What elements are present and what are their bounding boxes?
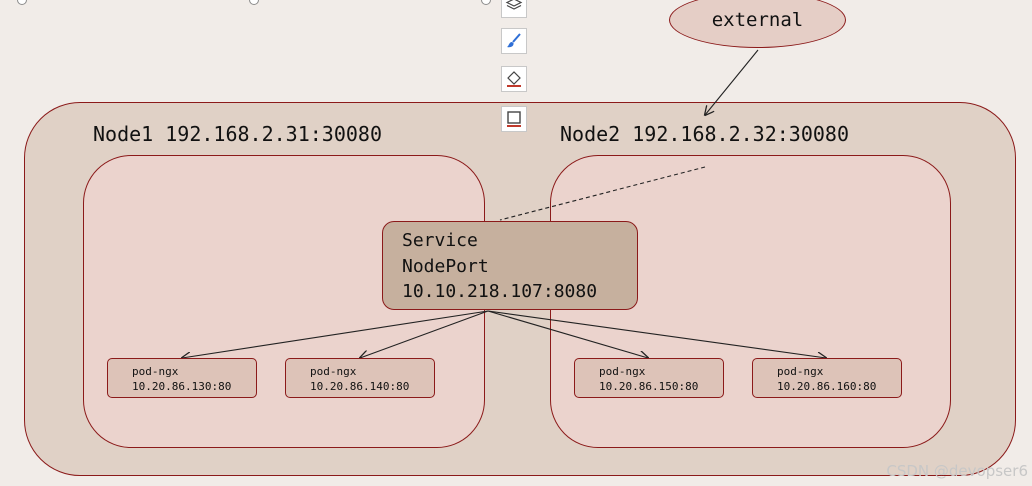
pod-name: pod-ngx	[132, 365, 179, 378]
fill-button[interactable]	[501, 66, 527, 92]
pod-name: pod-ngx	[310, 365, 357, 378]
service-to-pod3-arrow	[487, 310, 648, 358]
pod-name: pod-ngx	[599, 365, 646, 378]
node2-to-service-dashed	[499, 166, 706, 221]
layers-button[interactable]	[501, 0, 527, 18]
pod-box[interactable]: pod-ngx 10.20.86.140:80	[285, 358, 435, 398]
pod-box[interactable]: pod-ngx 10.20.86.130:80	[107, 358, 257, 398]
external-label: external	[711, 9, 804, 31]
pod-address: 10.20.86.150:80	[599, 380, 699, 393]
pod-name: pod-ngx	[777, 365, 824, 378]
service-to-pod2-arrow	[360, 310, 489, 358]
service-box[interactable]: Service NodePort 10.10.218.107:8080	[382, 221, 638, 310]
brush-button[interactable]	[501, 28, 527, 54]
service-to-pod4-arrow	[487, 310, 826, 358]
layers-icon	[505, 0, 523, 10]
external-arrow	[705, 49, 759, 115]
pod-box[interactable]: pod-ngx 10.20.86.160:80	[752, 358, 902, 398]
service-to-pod1-arrow	[182, 310, 489, 358]
pod-address: 10.20.86.160:80	[777, 380, 877, 393]
brush-icon	[507, 33, 521, 48]
watermark: CSDN @devopser6	[886, 462, 1028, 480]
service-ip-label: 10.10.218.107:8080	[402, 281, 598, 302]
service-type-label: Service	[402, 230, 478, 251]
pod-address: 10.20.86.130:80	[132, 380, 232, 393]
border-color-icon	[507, 111, 521, 127]
border-button[interactable]	[501, 106, 527, 132]
fill-bucket-icon	[507, 71, 521, 87]
pod-address: 10.20.86.140:80	[310, 380, 410, 393]
service-kind-label: NodePort	[402, 255, 489, 277]
pod-box[interactable]: pod-ngx 10.20.86.150:80	[574, 358, 724, 398]
